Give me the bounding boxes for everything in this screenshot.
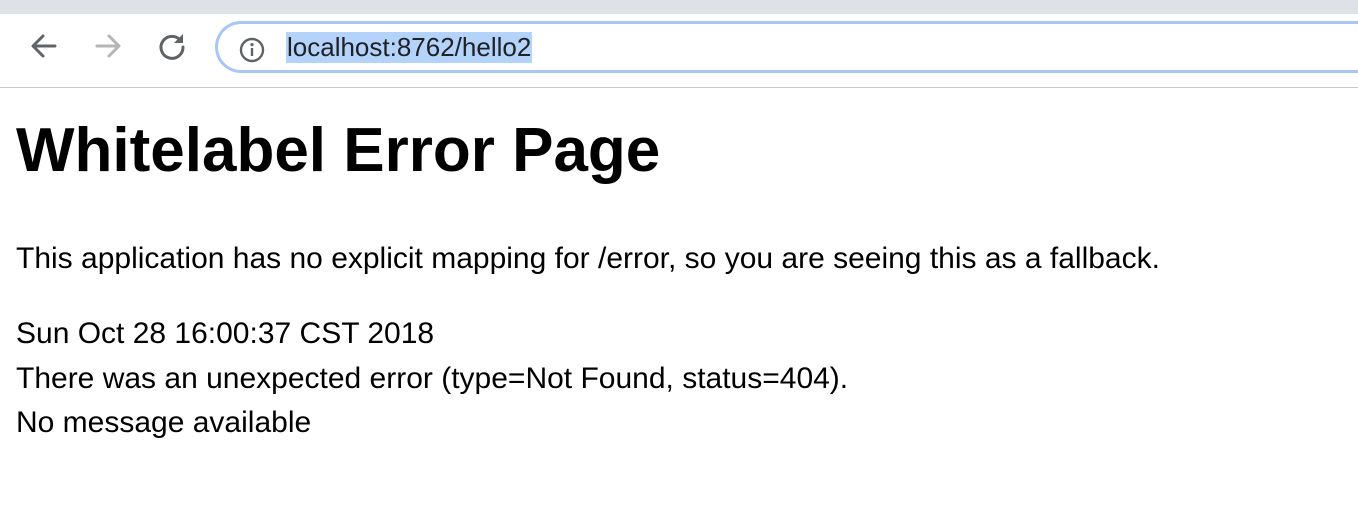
forward-button[interactable] <box>92 30 124 62</box>
error-timestamp: Sun Oct 28 16:00:37 CST 2018 <box>16 317 435 350</box>
error-message: No message available <box>16 406 312 439</box>
error-details: There was an unexpected error (type=Not … <box>16 362 849 395</box>
reload-button[interactable] <box>156 30 188 62</box>
error-description: This application has no explicit mapping… <box>16 242 1160 275</box>
arrow-left-icon <box>31 34 57 58</box>
reload-icon <box>159 34 185 60</box>
url-text[interactable]: localhost:8762/hello2 <box>286 32 533 63</box>
tab-strip <box>0 0 1358 14</box>
page-title: Whitelabel Error Page <box>16 116 661 185</box>
arrow-right-icon <box>95 34 121 58</box>
address-bar[interactable]: localhost:8762/hello2 <box>215 21 1358 73</box>
browser-toolbar: localhost:8762/hello2 <box>0 14 1358 88</box>
info-circle-icon[interactable] <box>239 37 265 63</box>
back-button[interactable] <box>28 30 60 62</box>
